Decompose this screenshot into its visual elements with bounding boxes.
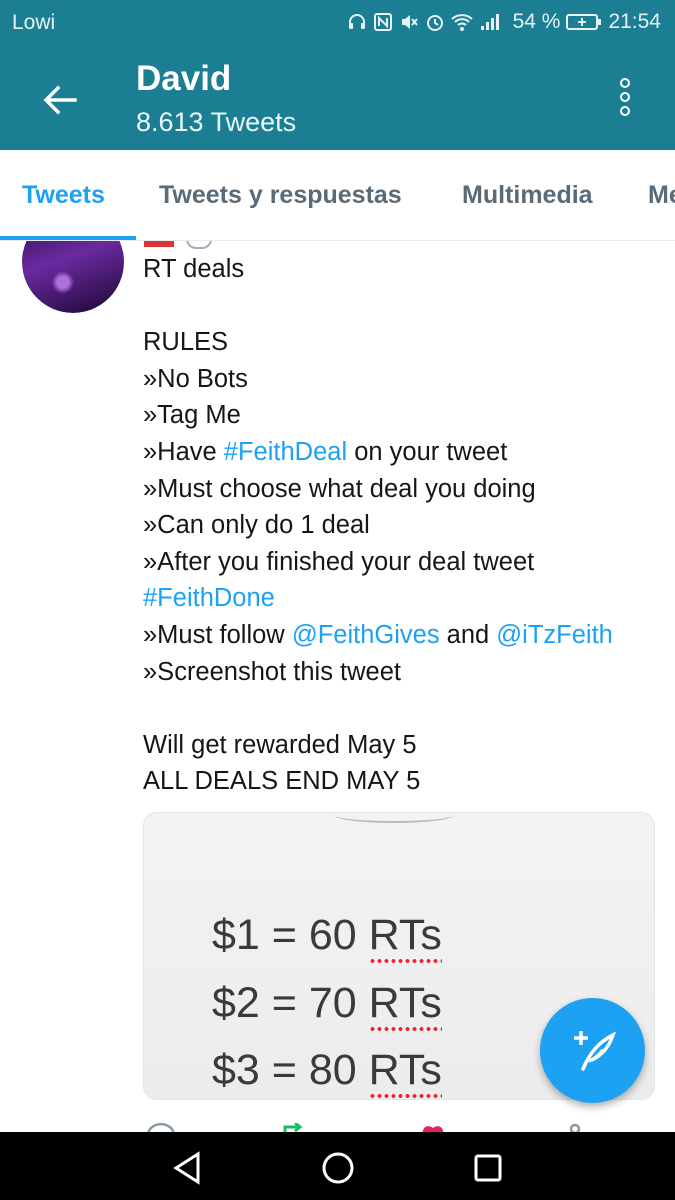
compose-tweet-button[interactable]	[540, 998, 645, 1103]
battery-percent: 54 %	[512, 10, 561, 33]
tweet-text-segment: »Must choose what deal you doing	[143, 474, 536, 503]
user-handle[interactable]	[186, 241, 212, 249]
battery-icon	[566, 14, 602, 30]
system-nav-bar	[0, 1132, 675, 1200]
deal-line-2: $2 = 70 RTs	[212, 979, 442, 1027]
tweet-text-segment: »Tag Me	[143, 401, 241, 430]
tweet-text-segment: »No Bots	[143, 364, 248, 393]
carrier-name: Lowi	[12, 11, 56, 34]
deal-line-1: $1 = 60 RTs	[212, 911, 442, 959]
tweet-line: »Screenshot this tweet	[143, 654, 663, 691]
tweet-card[interactable]: RT deals RULES »No Bots »Tag Me »Have #Feith…	[0, 241, 675, 1132]
tweet-text-segment: Will get rewarded May 5	[143, 730, 417, 759]
tweet-text-segment: »Have	[143, 437, 224, 466]
nfc-icon	[373, 13, 392, 31]
tweet-line: ALL DEALS END MAY 5	[143, 763, 663, 800]
status-bar: Lowi 54 % 21:54	[0, 0, 675, 48]
nav-recents-icon[interactable]	[468, 1148, 508, 1188]
tweet-line: RT deals	[143, 251, 663, 288]
tweet-line: #FeithDone	[143, 580, 663, 617]
tweet-actions	[0, 1123, 675, 1132]
like-icon[interactable]	[421, 1123, 451, 1132]
hashtag-link[interactable]: #FeithDeal	[224, 438, 347, 466]
wifi-icon	[450, 14, 473, 31]
tweet-line: RULES	[143, 324, 663, 361]
arrow-back-icon	[43, 85, 77, 115]
tweet-text-segment: ALL DEALS END MAY 5	[143, 767, 421, 796]
tweet-line: »Must choose what deal you doing	[143, 471, 663, 508]
retweet-icon[interactable]	[281, 1123, 311, 1132]
tab-tweets[interactable]: Tweets	[22, 181, 105, 210]
profile-title-block: David 8.613 Tweets	[136, 58, 296, 140]
status-right: 54 % 21:54	[347, 10, 661, 34]
tab-likes[interactable]: Me	[648, 181, 675, 210]
tweet-line: »Can only do 1 deal	[143, 507, 663, 544]
image-top-scribble	[334, 813, 454, 823]
tweet-text-segment: and	[439, 620, 497, 649]
signal-icon	[480, 14, 499, 30]
tweet-line	[143, 690, 663, 727]
share-icon[interactable]	[561, 1123, 591, 1132]
active-tab-indicator	[0, 236, 136, 240]
tweet-line: »Have #FeithDeal on your tweet	[143, 434, 663, 471]
profile-tabs: Tweets Tweets y respuestas Multimedia Me	[0, 150, 675, 241]
back-button[interactable]	[36, 78, 84, 122]
tweet-line: »Must follow @FeithGives and @iTzFeith	[143, 617, 663, 654]
tweet-count: 8.613 Tweets	[136, 107, 297, 137]
profile-app-bar: David 8.613 Tweets	[0, 48, 675, 150]
tweet-line	[143, 288, 663, 325]
compose-tweet-icon	[573, 1030, 616, 1071]
headset-icon	[348, 14, 365, 29]
clock: 21:54	[608, 10, 661, 33]
alarm-icon	[426, 15, 443, 31]
mention-link[interactable]: @iTzFeith	[496, 621, 613, 649]
nav-back-icon[interactable]	[168, 1148, 208, 1188]
tweet-line: »No Bots	[143, 361, 663, 398]
mute-icon	[401, 15, 418, 29]
tweet-text-segment: »Must follow	[143, 620, 292, 649]
profile-name: David	[136, 59, 232, 98]
tweet-text-segment: RULES	[143, 328, 229, 357]
status-icons	[347, 12, 501, 32]
more-vert-icon[interactable]	[613, 78, 637, 122]
avatar[interactable]	[22, 241, 124, 313]
nav-home-icon[interactable]	[318, 1148, 358, 1188]
tweet-text-segment: »Can only do 1 deal	[143, 511, 370, 540]
tweet-text-segment: »After you finished your deal tweet	[143, 547, 535, 576]
mention-link[interactable]: @FeithGives	[292, 621, 440, 649]
tweet-line: »After you finished your deal tweet	[143, 544, 663, 581]
deal-line-3: $3 = 80 RTs	[212, 1046, 442, 1094]
tab-media[interactable]: Multimedia	[462, 181, 593, 210]
tweet-text-segment: on your tweet	[347, 437, 508, 466]
tweet-text-segment: »Screenshot this tweet	[143, 657, 401, 686]
reply-icon[interactable]	[146, 1123, 176, 1132]
hashtag-link[interactable]: #FeithDone	[143, 584, 275, 612]
tweet-text-segment: RT deals	[143, 255, 245, 283]
tweet-line: Will get rewarded May 5	[143, 727, 663, 764]
tweet-text: RT deals RULES »No Bots »Tag Me »Have #Feith…	[143, 251, 663, 800]
tweet-line: »Tag Me	[143, 397, 663, 434]
flag-emoji	[144, 241, 174, 247]
tab-tweets-and-replies[interactable]: Tweets y respuestas	[159, 181, 402, 210]
